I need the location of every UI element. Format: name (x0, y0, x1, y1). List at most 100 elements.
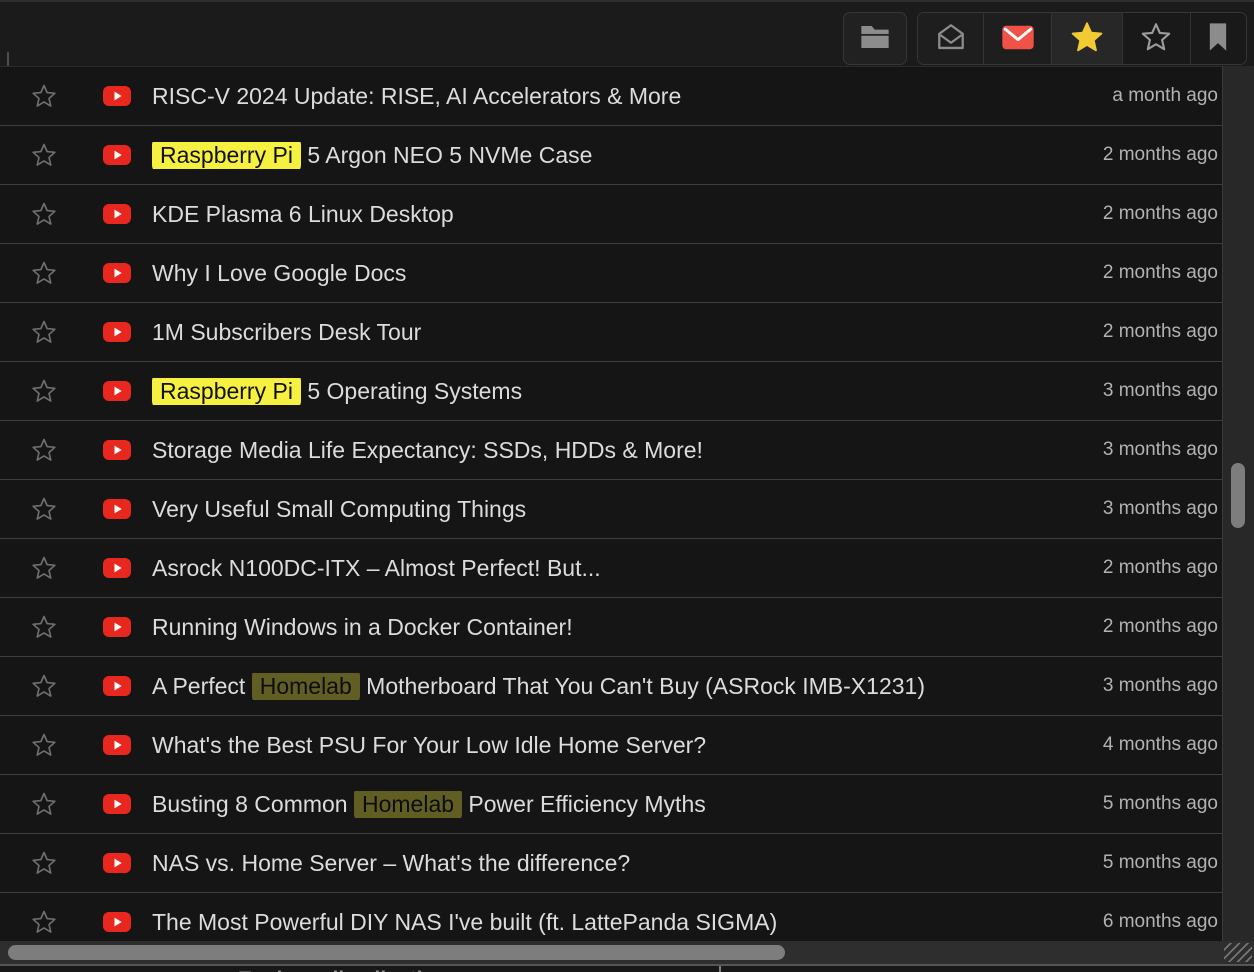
video-age: 2 months ago (1103, 262, 1218, 284)
filter-unread-button[interactable] (983, 13, 1051, 64)
video-title: 1M Subscribers Desk Tour (152, 319, 1091, 346)
star-outline-icon (30, 82, 58, 110)
star-toggle[interactable] (30, 849, 58, 877)
title-text: 5 Argon NEO 5 NVMe Case (301, 142, 592, 168)
filter-inbox-button[interactable] (918, 13, 983, 64)
resize-grip-icon[interactable] (1224, 943, 1252, 962)
video-title: RISC-V 2024 Update: RISE, AI Accelerator… (152, 83, 1100, 110)
video-age: 2 months ago (1103, 557, 1218, 579)
app-window: RISC-V 2024 Update: RISE, AI Accelerator… (0, 0, 1254, 972)
footer-divider (719, 966, 721, 972)
list-item[interactable]: RISC-V 2024 Update: RISE, AI Accelerator… (0, 67, 1254, 126)
list-item[interactable]: KDE Plasma 6 Linux Desktop 2 months ago (0, 185, 1254, 244)
video-age: 2 months ago (1103, 616, 1218, 638)
filter-unstarred-button[interactable] (1122, 13, 1190, 64)
video-age: a month ago (1112, 85, 1218, 107)
list-item[interactable]: Why I Love Google Docs 2 months ago (0, 244, 1254, 303)
star-toggle[interactable] (30, 613, 58, 641)
star-outline-icon (30, 377, 58, 405)
star-toggle[interactable] (30, 259, 58, 287)
list-item[interactable]: Storage Media Life Expectancy: SSDs, HDD… (0, 421, 1254, 480)
video-title: A Perfect Homelab Motherboard That You C… (152, 673, 1091, 700)
list-item[interactable]: 1M Subscribers Desk Tour 2 months ago (0, 303, 1254, 362)
youtube-play-icon (103, 735, 131, 755)
youtube-play-icon (103, 145, 131, 165)
star-outline-icon (30, 200, 58, 228)
title-text: Why I Love Google Docs (152, 260, 406, 286)
star-toggle[interactable] (30, 82, 58, 110)
video-age: 5 months ago (1103, 793, 1218, 815)
video-age: 2 months ago (1103, 321, 1218, 343)
vertical-scrollbar-thumb[interactable] (1231, 463, 1245, 528)
explore-collections-link[interactable]: Explore all collections (238, 968, 460, 972)
video-age: 4 months ago (1103, 734, 1218, 756)
list-item[interactable]: A Perfect Homelab Motherboard That You C… (0, 657, 1254, 716)
star-outline-icon (30, 318, 58, 346)
youtube-play-icon (103, 676, 131, 696)
youtube-play-icon (103, 558, 131, 578)
list-item[interactable]: NAS vs. Home Server – What's the differe… (0, 834, 1254, 893)
video-age: 3 months ago (1103, 498, 1218, 520)
filter-starred-button[interactable] (1051, 13, 1121, 64)
youtube-play-icon (103, 617, 131, 637)
star-toggle[interactable] (30, 554, 58, 582)
list-item[interactable]: Raspberry Pi 5 Operating Systems 3 month… (0, 362, 1254, 421)
envelope-open-icon (935, 21, 967, 56)
title-text: Very Useful Small Computing Things (152, 496, 526, 522)
list-item[interactable]: What's the Best PSU For Your Low Idle Ho… (0, 716, 1254, 775)
star-toggle[interactable] (30, 200, 58, 228)
list-item[interactable]: Busting 8 Common Homelab Power Efficienc… (0, 775, 1254, 834)
horizontal-scrollbar[interactable] (0, 941, 1254, 964)
video-age: 3 months ago (1103, 380, 1218, 402)
folder-button[interactable] (843, 12, 907, 65)
video-age: 3 months ago (1103, 675, 1218, 697)
star-outline-icon (30, 908, 58, 936)
list-item[interactable]: The Most Powerful DIY NAS I've built (ft… (0, 893, 1254, 941)
video-age: 2 months ago (1103, 203, 1218, 225)
video-title: What's the Best PSU For Your Low Idle Ho… (152, 732, 1091, 759)
highlighted-term: Raspberry Pi (152, 142, 301, 169)
title-text: KDE Plasma 6 Linux Desktop (152, 201, 454, 227)
unread-envelope-icon (1001, 24, 1035, 54)
video-title: Why I Love Google Docs (152, 260, 1091, 287)
title-text: Asrock N100DC-ITX – Almost Perfect! But.… (152, 555, 601, 581)
title-text: What's the Best PSU For Your Low Idle Ho… (152, 732, 706, 758)
video-title: Raspberry Pi 5 Operating Systems (152, 378, 1091, 405)
star-toggle[interactable] (30, 377, 58, 405)
star-toggle[interactable] (30, 436, 58, 464)
youtube-play-icon (103, 440, 131, 460)
video-age: 3 months ago (1103, 439, 1218, 461)
highlighted-term: Homelab (252, 673, 360, 700)
title-text: Motherboard That You Can't Buy (ASRock I… (360, 673, 925, 699)
star-toggle[interactable] (30, 908, 58, 936)
star-toggle[interactable] (30, 672, 58, 700)
list-item[interactable]: Running Windows in a Docker Container! 2… (0, 598, 1254, 657)
title-text: NAS vs. Home Server – What's the differe… (152, 850, 630, 876)
list-item[interactable]: Asrock N100DC-ITX – Almost Perfect! But.… (0, 539, 1254, 598)
title-text: 5 Operating Systems (301, 378, 522, 404)
bookmark-icon (1207, 22, 1229, 55)
star-toggle[interactable] (30, 790, 58, 818)
video-list: RISC-V 2024 Update: RISE, AI Accelerator… (0, 66, 1254, 941)
star-toggle[interactable] (30, 495, 58, 523)
star-outline-icon (30, 141, 58, 169)
list-item[interactable]: Raspberry Pi 5 Argon NEO 5 NVMe Case 2 m… (0, 126, 1254, 185)
star-toggle[interactable] (30, 318, 58, 346)
video-title: NAS vs. Home Server – What's the differe… (152, 850, 1091, 877)
star-outline-icon (30, 731, 58, 759)
title-text: The Most Powerful DIY NAS I've built (ft… (152, 909, 777, 935)
title-text: Busting 8 Common (152, 791, 354, 817)
footer-strip: Explore all collections (0, 964, 1254, 972)
star-outline-icon (30, 790, 58, 818)
star-outline-icon (30, 672, 58, 700)
filter-bookmarked-button[interactable] (1190, 13, 1246, 64)
title-text: Power Efficiency Myths (462, 791, 706, 817)
vertical-scrollbar[interactable] (1222, 66, 1254, 941)
star-toggle[interactable] (30, 141, 58, 169)
video-title: KDE Plasma 6 Linux Desktop (152, 201, 1091, 228)
star-filled-icon (1069, 19, 1105, 58)
horizontal-scrollbar-thumb[interactable] (8, 945, 785, 960)
star-toggle[interactable] (30, 731, 58, 759)
star-outline-icon (30, 554, 58, 582)
list-item[interactable]: Very Useful Small Computing Things 3 mon… (0, 480, 1254, 539)
